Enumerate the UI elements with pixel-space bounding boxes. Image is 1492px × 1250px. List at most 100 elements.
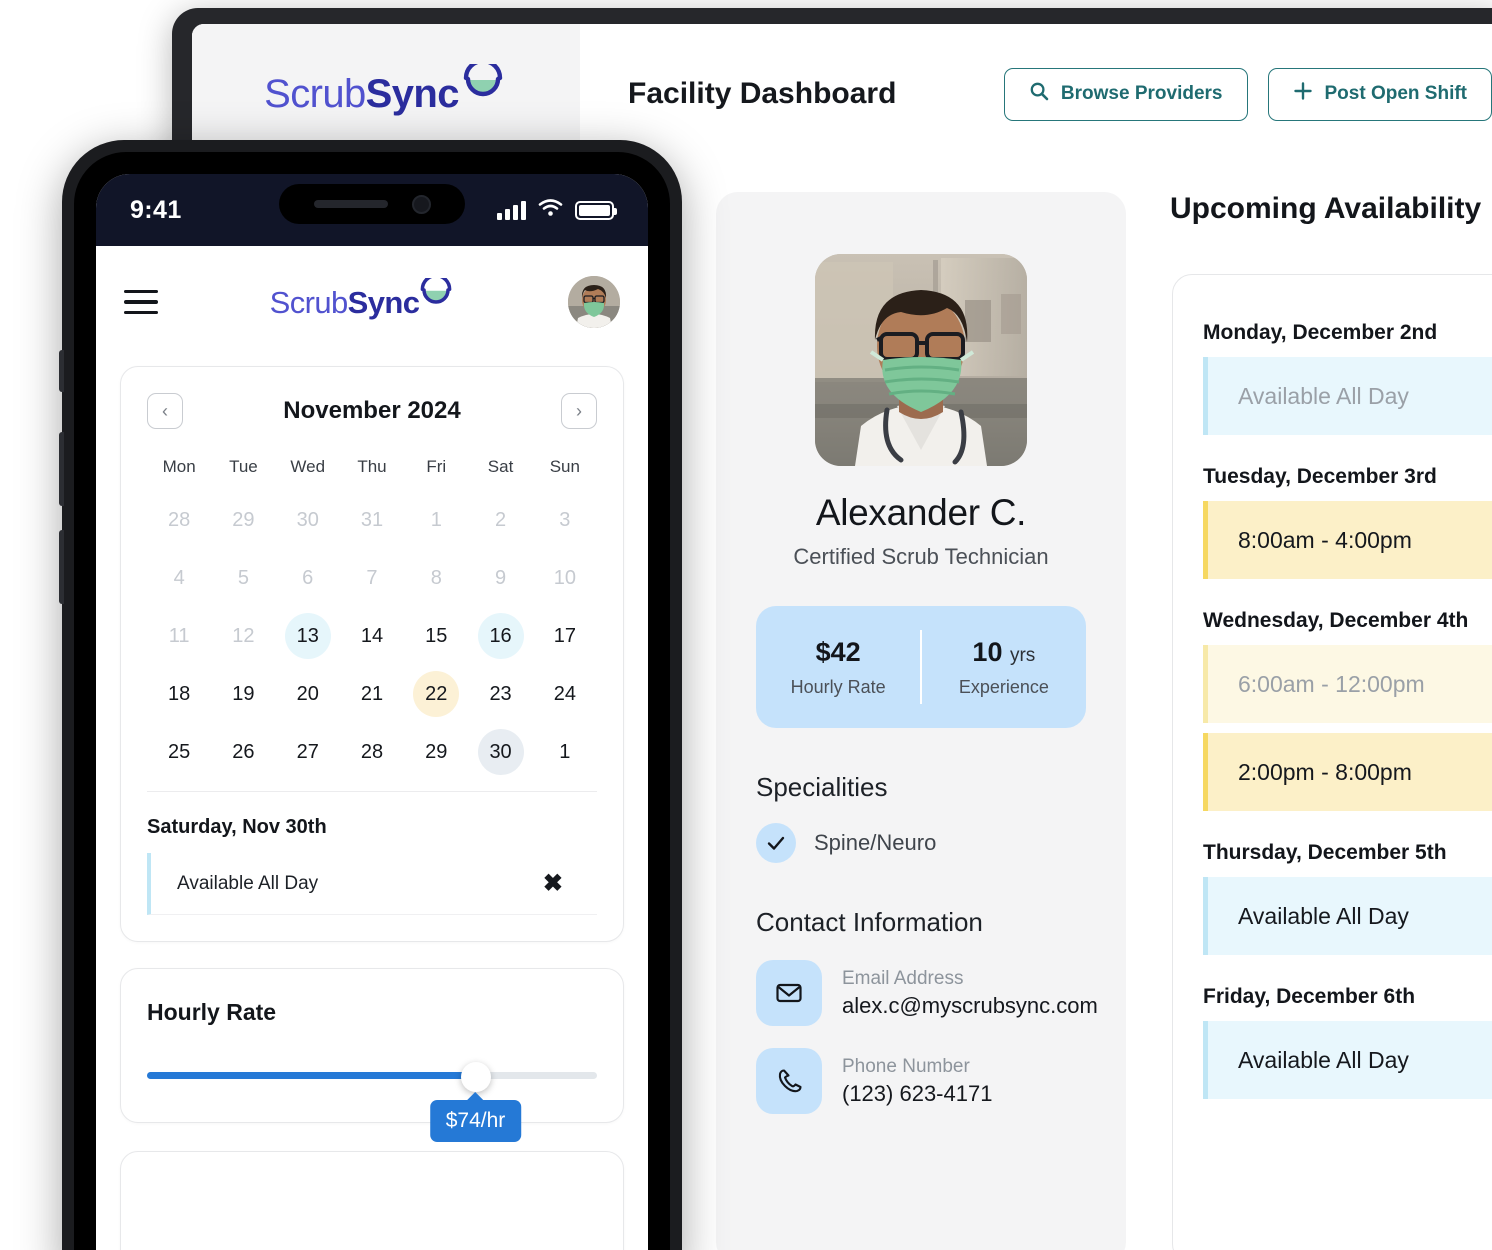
calendar-dow-sun: Sun	[549, 457, 580, 476]
calendar-day-19[interactable]: 19	[220, 671, 266, 717]
specialities-title: Specialities	[756, 772, 888, 802]
contact-phone[interactable]: Phone Number (123) 623-4171	[756, 1048, 1086, 1114]
calendar-day-1[interactable]: 1	[542, 729, 588, 775]
calendar-next-button[interactable]: ›	[561, 393, 597, 429]
calendar-cell: 31	[340, 491, 404, 549]
calendar-cell: 28	[147, 491, 211, 549]
calendar-day-11[interactable]: 11	[156, 613, 202, 659]
calendar-day-27[interactable]: 27	[285, 729, 331, 775]
mobile-logo-text-bold: Sync	[347, 284, 420, 320]
selected-slot-label: Available All Day	[177, 872, 319, 894]
provider-photo	[815, 254, 1027, 466]
calendar-prev-button[interactable]: ‹	[147, 393, 183, 429]
calendar-day-6[interactable]: 6	[285, 555, 331, 601]
calendar-day-3[interactable]: 3	[542, 497, 588, 543]
calendar-day-17[interactable]: 17	[542, 613, 588, 659]
provider-role: Certified Scrub Technician	[793, 544, 1049, 569]
calendar-day-25[interactable]: 25	[156, 729, 202, 775]
logo-text-bold: Sync	[365, 72, 460, 116]
calendar-day-10[interactable]: 10	[542, 555, 588, 601]
calendar-day-28[interactable]: 28	[156, 497, 202, 543]
phone-volume-down-button[interactable]	[59, 530, 64, 604]
provider-profile-card: Alexander C. Certified Scrub Technician …	[716, 192, 1126, 1250]
availability-slot[interactable]: 8:00am - 4:00pm	[1203, 501, 1492, 579]
slider-handle[interactable]	[460, 1062, 491, 1092]
slider-fill	[147, 1072, 476, 1079]
calendar-day-24[interactable]: 24	[542, 671, 588, 717]
scrubsync-logo[interactable]: ScrubSync	[264, 58, 508, 116]
calendar-day-7[interactable]: 7	[349, 555, 395, 601]
availability-slot[interactable]: 6:00am - 12:00pm	[1203, 645, 1492, 723]
contact-phone-value: (123) 623-4171	[842, 1080, 993, 1106]
calendar-cell: 30	[468, 723, 532, 781]
calendar-day-15[interactable]: 15	[413, 613, 459, 659]
mobile-scrubsync-logo[interactable]: ScrubSync	[269, 273, 457, 320]
calendar-day-29[interactable]: 29	[413, 729, 459, 775]
hourly-rate-card: Hourly Rate $74/hr	[120, 968, 624, 1142]
calendar-cell: 2	[468, 491, 532, 549]
calendar-cell: 24	[533, 665, 597, 723]
availability-slot[interactable]: Available All Day	[1203, 357, 1492, 435]
close-icon[interactable]: ✖	[543, 869, 563, 898]
calendar-day-5[interactable]: 5	[220, 555, 266, 601]
calendar-day-21[interactable]: 21	[349, 671, 395, 717]
phone-volume-up-button[interactable]	[59, 432, 64, 506]
page-title: Facility Dashboard	[628, 77, 897, 110]
mobile-content: ‹ November 2024 › Mon Tue Wed Thu Fri Sat Sun 2…	[96, 366, 648, 1250]
calendar-day-26[interactable]: 26	[220, 729, 266, 775]
stat-experience: 10 yrs Experience	[922, 637, 1086, 698]
front-camera-icon	[411, 194, 431, 214]
calendar-cell: 18	[147, 665, 211, 723]
calendar-dow-fri: Fri	[426, 457, 447, 476]
calendar-day-23[interactable]: 23	[478, 671, 524, 717]
calendar-header: ‹ November 2024 ›	[147, 393, 597, 429]
contact-email-label: Email Address	[842, 967, 964, 989]
calendar-day-9[interactable]: 9	[478, 555, 524, 601]
calendar-dow-sat: Sat	[487, 457, 514, 476]
calendar-day-1[interactable]: 1	[413, 497, 459, 543]
calendar-day-16[interactable]: 16	[477, 613, 524, 659]
availability-slot[interactable]: 2:00pm - 8:00pm	[1203, 733, 1492, 811]
calendar-cell: 22	[404, 665, 468, 723]
user-avatar[interactable]	[568, 276, 620, 328]
calendar-grid: Mon Tue Wed Thu Fri Sat Sun 28 29 30 31 1 2 3 4 5 6 7 8 9 10…	[147, 457, 597, 781]
mobile-logo-text-light: Scrub	[269, 284, 349, 320]
calendar-day-12[interactable]: 12	[220, 613, 266, 659]
calendar-day-13[interactable]: 13	[284, 613, 331, 659]
phone-silence-switch[interactable]	[59, 350, 64, 392]
availability-day-group: Thursday, December 5th Available All Day	[1203, 841, 1492, 955]
wifi-icon	[538, 198, 563, 222]
calendar-day-8[interactable]: 8	[413, 555, 459, 601]
calendar-day-20[interactable]: 20	[285, 671, 331, 717]
calendar-day-30[interactable]: 30	[285, 497, 331, 543]
stat-hourly-rate: $42 Hourly Rate	[756, 637, 920, 698]
calendar-day-29[interactable]: 29	[220, 497, 266, 543]
calendar-day-18[interactable]: 18	[156, 671, 202, 717]
calendar-cell: 1	[533, 723, 597, 781]
availability-day-group: Wednesday, December 4th 6:00am - 12:00pm 2…	[1203, 609, 1492, 811]
browse-providers-button[interactable]: Browse Providers	[1003, 67, 1248, 121]
mobile-bezel: 9:41 ScrubSync ‹ November 2024 › Mon Tue…	[74, 152, 670, 1250]
hourly-rate-slider[interactable]: $74/hr	[147, 1062, 597, 1142]
calendar-cell: 20	[276, 665, 340, 723]
calendar-day-31[interactable]: 31	[349, 497, 395, 543]
calendar-day-4[interactable]: 4	[156, 555, 202, 601]
availability-slot[interactable]: Available All Day	[1203, 877, 1492, 955]
calendar-day-22[interactable]: 22	[413, 671, 460, 717]
post-open-shift-button[interactable]: Post Open Shift	[1267, 67, 1492, 121]
stat-experience-label: Experience	[958, 676, 1049, 697]
calendar-day-2[interactable]: 2	[478, 497, 524, 543]
calendar-divider	[147, 791, 597, 792]
calendar-cell: 28	[340, 723, 404, 781]
calendar-day-14[interactable]: 14	[349, 613, 395, 659]
availability-slot[interactable]: Available All Day	[1203, 1021, 1492, 1099]
mobile-screen: 9:41 ScrubSync ‹ November 2024 › Mon Tue…	[96, 174, 648, 1250]
contact-email[interactable]: Email Address alex.c@myscrubsync.com	[756, 960, 1098, 1026]
calendar-cell: 4	[147, 549, 211, 607]
calendar-cell: 12	[211, 607, 275, 665]
calendar-day-28[interactable]: 28	[349, 729, 395, 775]
earpiece-speaker	[313, 200, 388, 208]
battery-full-icon	[575, 200, 617, 220]
hamburger-icon[interactable]	[124, 289, 158, 315]
calendar-day-30[interactable]: 30	[477, 729, 524, 775]
